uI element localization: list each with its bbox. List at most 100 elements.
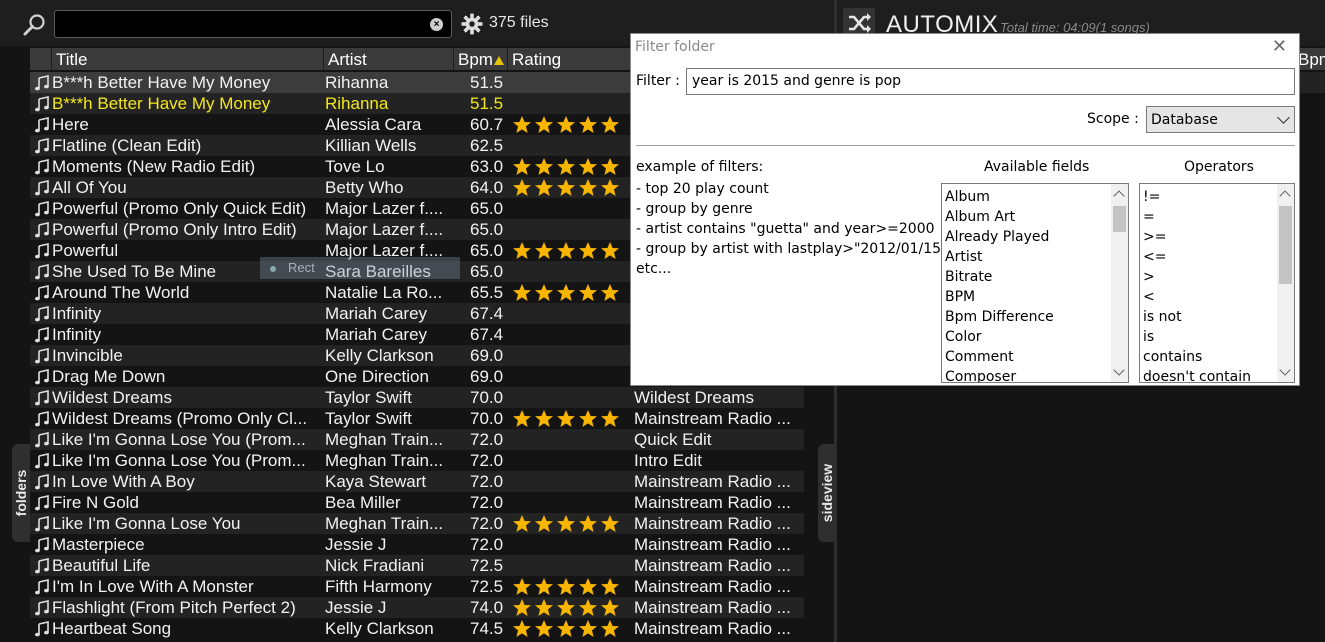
star-icon [601,242,619,259]
sideview-tab[interactable]: sideview [818,444,835,542]
scroll-up-icon[interactable] [1113,190,1125,202]
operator-item[interactable]: = [1143,207,1251,227]
track-artist: One Direction [325,367,429,386]
table-row[interactable]: I'm In Love With A Monster Fifth Harmony 7… [30,576,804,597]
filter-input[interactable]: year is 2015 and genre is pop [686,68,1295,95]
operator-item[interactable]: > [1143,267,1251,287]
column-header-title[interactable]: Title [52,48,324,70]
table-row[interactable]: Like I'm Gonna Lose You (Prom... Meghan T… [30,429,804,450]
field-item[interactable]: Artist [945,247,1054,267]
operator-item[interactable]: doesn't contain [1143,367,1251,382]
column-header-bpm[interactable]: Bpm [454,48,508,70]
track-artist: Nick Fradiani [325,556,425,575]
operator-item[interactable]: is not [1143,307,1251,327]
operator-item[interactable]: >= [1143,227,1251,247]
operator-item[interactable]: < [1143,287,1251,307]
track-title: Invincible [52,346,123,365]
operator-item[interactable]: is [1143,327,1251,347]
field-item[interactable]: Bitrate [945,267,1054,287]
column-header-artist[interactable]: Artist [324,48,454,70]
track-title: Flatline (Clean Edit) [52,136,202,155]
table-row[interactable]: Wildest Dreams Taylor Swift 70.0 Wildest Dr… [30,387,804,408]
music-note-icon [35,96,49,112]
track-title: Powerful (Promo Only Quick Edit) [52,199,307,218]
operators-scrollbar-thumb[interactable] [1279,206,1292,284]
operator-item[interactable]: <= [1143,247,1251,267]
star-icon [535,179,553,196]
operator-item[interactable]: != [1143,187,1251,207]
table-row[interactable]: Heartbeat Song Kelly Clarkson 74.5 Mainstre… [30,618,804,639]
track-rating[interactable] [512,115,630,134]
track-rating[interactable] [512,409,630,428]
automix-column-header-bpm[interactable]: Bpm [1298,48,1325,71]
track-rating[interactable] [512,598,630,617]
search-input[interactable]: × [54,10,452,38]
field-item[interactable]: Album Art [945,207,1054,227]
available-fields-list[interactable]: Album Album Art Already Played Artist Bitrat… [941,183,1129,383]
track-rating[interactable] [512,577,630,596]
music-note-icon [35,201,49,217]
music-note-icon [35,264,49,280]
field-item[interactable]: Bpm Difference [945,307,1054,327]
star-icon [513,158,531,175]
table-row[interactable]: Flashlight (From Pitch Perfect 2) Jessie … [30,597,804,618]
star-icon [579,242,597,259]
header-icon-column[interactable] [30,48,52,70]
star-icon [557,116,575,133]
track-bpm: 67.4 [470,304,504,323]
scope-select[interactable]: Database [1146,106,1295,133]
field-item[interactable]: Composer [945,367,1054,382]
close-icon[interactable]: ✕ [1272,38,1287,56]
field-item[interactable]: Comment [945,347,1054,367]
star-icon [579,284,597,301]
table-row[interactable]: Wildest Dreams (Promo Only Cl... Taylor S… [30,408,804,429]
scroll-down-icon[interactable] [1279,364,1291,376]
star-icon [579,515,597,532]
table-row[interactable]: Masterpiece Jessie J 72.0 Mainstream Radio … [30,534,804,555]
track-album: Wildest Dreams [634,388,754,407]
track-title: Like I'm Gonna Lose You (Prom... [52,451,306,470]
track-title: Powerful (Promo Only Intro Edit) [52,220,297,239]
track-rating[interactable] [512,178,630,197]
table-row[interactable]: Like I'm Gonna Lose You Meghan Train... 72… [30,513,804,534]
field-item[interactable]: Color [945,327,1054,347]
track-title: Infinity [52,304,102,323]
star-icon [579,179,597,196]
scroll-up-icon[interactable] [1279,190,1291,202]
track-album: Mainstream Radio ... [634,598,791,617]
drag-ghost-label: Rect [288,260,315,275]
track-bpm: 72.0 [470,514,504,533]
track-bpm: 74.5 [470,619,504,638]
folders-tab[interactable]: folders [12,444,30,542]
track-rating[interactable] [512,157,630,176]
table-row[interactable]: In Love With A Boy Kaya Stewart 72.0 Mainst… [30,471,804,492]
track-title: Like I'm Gonna Lose You (Prom... [52,430,306,449]
track-rating[interactable] [512,241,630,260]
gear-icon[interactable] [461,13,483,35]
search-icon[interactable] [22,12,48,38]
table-row[interactable]: Fire N Gold Bea Miller 72.0 Mainstream Radi… [30,492,804,513]
track-title: Around The World [52,283,190,302]
track-bpm: 72.0 [470,535,504,554]
track-album: Mainstream Radio ... [634,472,791,491]
field-item[interactable]: Album [945,187,1054,207]
scroll-down-icon[interactable] [1113,364,1125,376]
fields-scrollbar[interactable] [1111,184,1128,382]
track-artist: Major Lazer f.... [325,220,444,239]
operators-scrollbar[interactable] [1277,184,1294,382]
table-row[interactable]: Like I'm Gonna Lose You (Prom... Meghan T… [30,450,804,471]
track-bpm: 70.0 [470,388,504,407]
track-bpm: 60.7 [470,115,504,134]
track-album: Quick Edit [634,430,712,449]
music-note-icon [35,600,49,616]
table-row[interactable]: Beautiful Life Nick Fradiani 72.5 Mainstrea… [30,555,804,576]
clear-search-icon[interactable]: × [430,18,443,31]
track-rating[interactable] [512,619,630,638]
fields-scrollbar-thumb[interactable] [1113,206,1126,232]
field-item[interactable]: Already Played [945,227,1054,247]
track-rating[interactable] [512,514,630,533]
track-rating[interactable] [512,283,630,302]
operators-list[interactable]: != = >= <= > < is not is contains doesn't contain [1139,183,1295,383]
operator-item[interactable]: contains [1143,347,1251,367]
field-item[interactable]: BPM [945,287,1054,307]
